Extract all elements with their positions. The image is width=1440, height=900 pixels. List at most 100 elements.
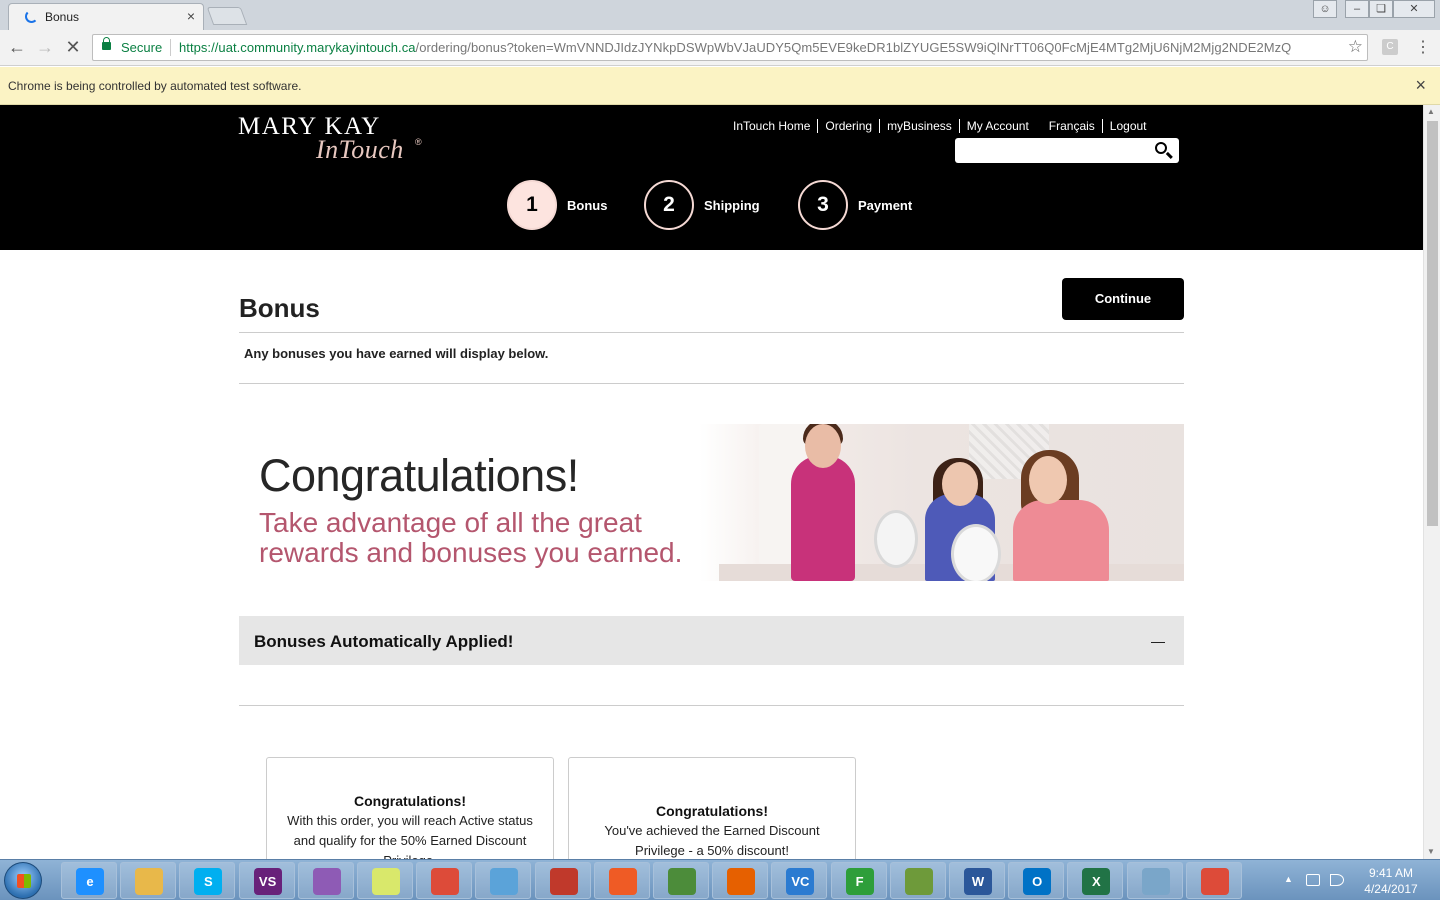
taskbar-filezilla[interactable]: F [830,862,887,899]
stop-loading-icon[interactable]: ✕ [62,37,84,58]
taskbar-snipping-tool[interactable] [534,862,591,899]
network-icon[interactable] [1306,874,1320,886]
browser-tab[interactable]: Bonus × [8,3,204,30]
tray-expand-icon[interactable]: ▲ [1284,874,1293,884]
nav-logout[interactable]: Logout [1103,119,1154,133]
url-text[interactable]: https://uat.community.marykayintouch.ca/… [179,40,1291,55]
bonus-card: Congratulations! With this order, you wi… [266,757,554,859]
visual-studio-alt-icon [312,868,341,895]
secure-label: Secure [121,40,163,55]
photo-mirror [874,510,918,568]
taskbar-paint[interactable] [475,862,532,899]
taskbar-file-explorer[interactable] [120,862,177,899]
taskbar-visual-studio[interactable]: VS [238,862,295,899]
nav-intouch-home[interactable]: InTouch Home [726,119,819,133]
skype-icon: S [194,868,223,895]
automation-infobar: Chrome is being controlled by automated … [0,67,1440,105]
step-number: 3 [798,180,848,230]
user-profile-icon[interactable]: ☺ [1313,0,1337,18]
photo-person [1013,500,1109,581]
step-label: Bonus [567,197,608,213]
tab-title: Bonus [45,10,80,24]
extension-icon[interactable]: C [1382,39,1398,55]
card-title: Congratulations! [656,803,768,819]
taskbar-postman[interactable] [593,862,650,899]
top-navigation: InTouch Home Ordering myBusiness My Acco… [726,119,1154,133]
accordion-title: Bonuses Automatically Applied! [254,632,514,651]
intro-text: Any bonuses you have earned will display… [244,346,549,361]
step-number: 1 [507,180,557,230]
bonuses-accordion-header[interactable]: Bonuses Automatically Applied! [239,616,1184,665]
taskbar-vnc[interactable]: VC [771,862,828,899]
system-clock[interactable]: 9:41 AM 4/24/2017 [1356,865,1426,897]
taskbar-skype[interactable]: S [179,862,236,899]
scroll-down-arrow-icon[interactable]: ▼ [1427,847,1435,856]
page-scrollbar[interactable]: ▲ ▼ [1423,105,1440,859]
banner-subheading: Take advantage of all the great rewards … [259,507,683,568]
browser-menu-icon[interactable]: ⋮ [1415,37,1431,57]
chrome-active-icon [1200,868,1229,895]
address-bar[interactable]: Secure https://uat.community.marykayinto… [92,34,1368,61]
photo-person-head [942,462,978,506]
restore-button[interactable]: ❏ [1369,0,1393,18]
new-tab-button[interactable] [206,7,248,25]
paint-icon [490,868,519,895]
nav-my-account[interactable]: My Account [960,119,1036,133]
card-text: You've achieved the Earned Discount Priv… [604,823,820,858]
minimize-button[interactable]: – [1345,0,1369,18]
close-window-button[interactable]: ✕ [1393,0,1435,18]
taskbar-tools[interactable] [653,862,709,899]
step-number: 2 [644,180,694,230]
taskbar-chrome-active[interactable] [1185,862,1242,899]
postman-icon [608,868,637,895]
vnc-icon: VC [786,868,815,895]
step-label: Shipping [704,197,760,213]
file-explorer-icon [135,868,164,895]
taskbar-word[interactable]: W [949,862,1005,899]
tools-icon [668,868,696,895]
bookmark-star-icon[interactable]: ☆ [1348,37,1363,57]
taskbar-internet-explorer[interactable]: e [61,862,117,899]
taskbar-sticky-notes[interactable] [357,862,413,899]
start-button[interactable] [4,862,42,899]
site-search-input[interactable] [955,138,1179,163]
close-tab-icon[interactable]: × [187,8,195,24]
internet-explorer-icon: e [76,868,104,895]
firefox-icon [727,868,756,895]
step-shipping[interactable]: 2 Shipping [644,180,760,230]
continue-button[interactable]: Continue [1062,278,1184,320]
taskbar-window-app[interactable] [1126,862,1183,899]
sticky-notes-icon [372,868,400,895]
scrollbar-thumb[interactable] [1427,121,1438,526]
word-icon: W [964,868,992,895]
collapse-icon[interactable] [1151,642,1165,643]
step-payment[interactable]: 3 Payment [798,180,912,230]
mary-kay-intouch-logo[interactable]: MARY KAY InTouch ® [238,113,422,164]
taskbar-visual-studio-alt[interactable] [297,862,354,899]
taskbar-chrome[interactable] [416,862,473,899]
card-text: With this order, you will reach Active s… [287,813,533,859]
nav-mybusiness[interactable]: myBusiness [880,119,960,133]
browser-titlebar: Bonus × ☺ – ❏ ✕ [0,0,1440,30]
step-bonus[interactable]: 1 Bonus [507,180,607,230]
taskbar-firefox[interactable] [712,862,769,899]
search-icon[interactable] [1155,142,1167,154]
divider [239,332,1184,333]
nav-francais[interactable]: Français [1042,119,1103,133]
excel-icon: X [1082,868,1111,895]
forward-arrow-icon[interactable]: → [34,37,56,58]
back-arrow-icon[interactable]: ← [6,37,28,58]
photo-person [791,456,855,581]
snipping-tool-icon [549,868,578,895]
taskbar-editor[interactable] [889,862,946,899]
url-path: /ordering/bonus?token=WmVNNDJIdzJYNkpDSW… [415,40,1292,55]
step-label: Payment [858,197,913,213]
logo-registered-mark: ® [415,137,422,147]
taskbar-outlook[interactable]: O [1008,862,1065,899]
taskbar-excel[interactable]: X [1067,862,1124,899]
infobar-close-icon[interactable]: × [1415,75,1426,96]
loading-spinner-icon [25,10,38,23]
scroll-up-arrow-icon[interactable]: ▲ [1427,107,1435,116]
nav-ordering[interactable]: Ordering [818,119,881,133]
volume-icon[interactable] [1330,874,1344,886]
